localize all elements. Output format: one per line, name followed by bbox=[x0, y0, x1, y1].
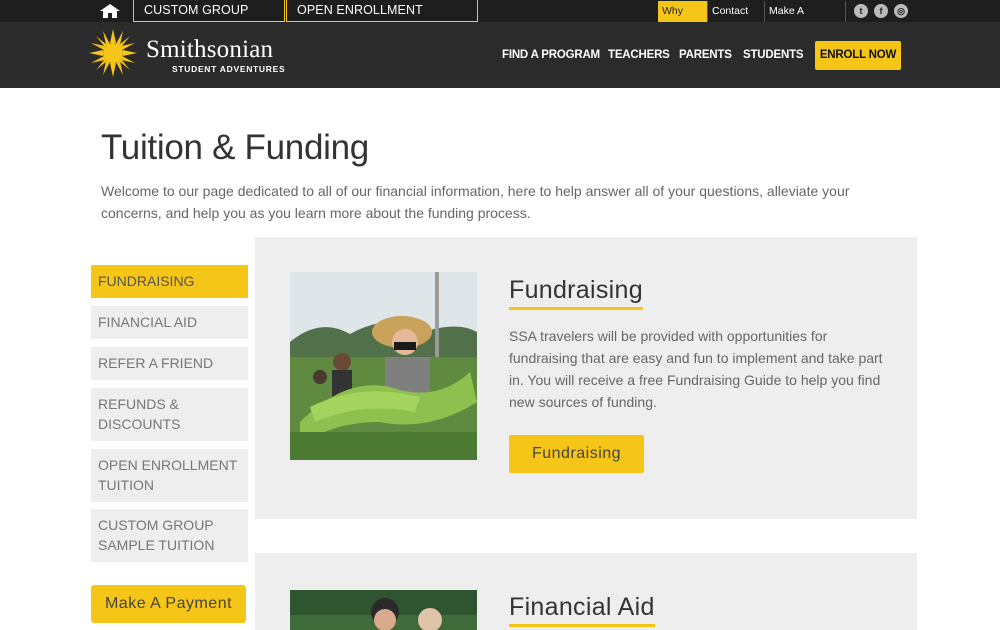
financial-aid-heading: Financial Aid bbox=[509, 593, 655, 627]
fundraising-heading: Fundraising bbox=[509, 276, 643, 310]
utility-bar: CUSTOM GROUP TRAVEL OPEN ENROLLMENT PROG… bbox=[0, 0, 1000, 38]
contact-us-link[interactable]: Contact Us bbox=[707, 1, 764, 38]
logo-wordmark[interactable]: Smithsonian bbox=[146, 36, 273, 64]
fundraising-button[interactable]: Fundraising bbox=[509, 435, 644, 473]
make-payment-link[interactable]: Make A Payment bbox=[764, 1, 846, 38]
page-title: Tuition & Funding bbox=[101, 128, 369, 167]
twitter-icon[interactable]: t bbox=[854, 4, 868, 18]
sidebar-item-fundraising[interactable]: FUNDRAISING bbox=[91, 265, 248, 298]
sidebar-item-financial-aid[interactable]: FINANCIAL AID bbox=[91, 306, 248, 339]
custom-group-travel-tab[interactable]: CUSTOM GROUP TRAVEL bbox=[133, 0, 285, 38]
why-ssa-link[interactable]: Why SSA bbox=[658, 1, 707, 38]
fundraising-description: SSA travelers will be provided with oppo… bbox=[509, 328, 883, 410]
financial-aid-card: Financial Aid bbox=[255, 553, 917, 630]
nav-parents[interactable]: PARENTS bbox=[679, 49, 732, 61]
page-intro: Welcome to our page dedicated to all of … bbox=[101, 183, 850, 221]
sun-logo-icon[interactable] bbox=[88, 28, 138, 78]
enroll-now-button[interactable]: ENROLL NOW bbox=[815, 41, 901, 70]
sidebar-item-open-enrollment-tuition[interactable]: OPEN ENROLLMENT TUITION bbox=[91, 449, 248, 502]
nav-find-a-program[interactable]: FIND A PROGRAM bbox=[502, 49, 600, 61]
fundraising-photo bbox=[290, 272, 477, 460]
home-icon[interactable] bbox=[98, 3, 122, 19]
make-payment-button[interactable]: Make A Payment bbox=[91, 585, 246, 623]
facebook-icon[interactable]: f bbox=[874, 4, 888, 18]
financial-aid-photo bbox=[290, 590, 477, 630]
sidebar-item-refer-a-friend[interactable]: REFER A FRIEND bbox=[91, 347, 248, 380]
sidebar-item-custom-group-sample-tuition[interactable]: CUSTOM GROUP SAMPLE TUITION bbox=[91, 509, 248, 562]
fundraising-card: Fundraising SSA travelers will be provid… bbox=[255, 237, 917, 519]
instagram-icon[interactable]: ◎ bbox=[894, 4, 908, 18]
sidebar-item-refunds-discounts[interactable]: REFUNDS & DISCOUNTS bbox=[91, 388, 248, 441]
logo-subtitle: STUDENT ADVENTURES bbox=[172, 64, 286, 74]
nav-teachers[interactable]: TEACHERS bbox=[608, 49, 670, 61]
nav-students[interactable]: STUDENTS bbox=[743, 49, 804, 61]
main-header: Smithsonian STUDENT ADVENTURES FIND A PR… bbox=[0, 22, 1000, 88]
open-enrollment-programs-tab[interactable]: OPEN ENROLLMENT PROGRAMS bbox=[286, 0, 478, 38]
